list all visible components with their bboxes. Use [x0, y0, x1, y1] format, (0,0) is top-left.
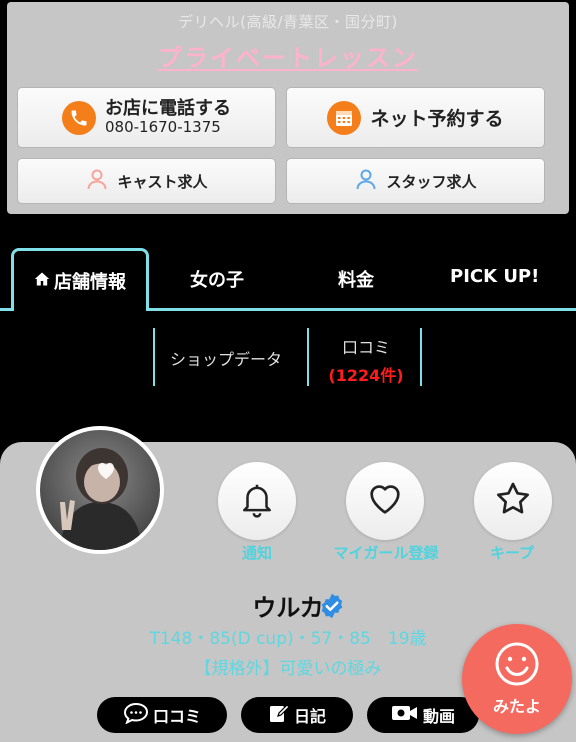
girl-avatar[interactable] — [36, 426, 164, 554]
review-count: (1224件) — [328, 366, 404, 385]
keep-button[interactable] — [474, 462, 552, 540]
speech-bubble-icon — [123, 702, 149, 728]
tab-shop-info[interactable]: 店舗情報 — [11, 248, 149, 311]
calendar-icon — [327, 100, 362, 135]
subnav-shop-data[interactable]: ショップデータ — [170, 346, 282, 370]
subnav-divider — [307, 328, 309, 386]
my-girl-label: マイガール登録 — [333, 544, 439, 562]
video-camera-icon — [391, 703, 419, 727]
diary-link-label: 日記 — [293, 707, 326, 726]
phone-number: 080-1670-1375 — [105, 118, 221, 137]
subnav-reviews[interactable]: 口コミ (1224件) — [311, 334, 421, 386]
my-girl-register-button[interactable] — [346, 462, 424, 540]
pencil-icon — [268, 702, 290, 728]
staff-recruit-label: スタッフ求人 — [386, 172, 477, 191]
home-icon — [34, 271, 50, 291]
net-reserve-button[interactable]: ネット予約する — [286, 87, 545, 148]
subnav-review-label: 口コミ — [341, 338, 390, 357]
cast-recruit-button[interactable]: キャスト求人 — [17, 158, 276, 204]
tab-price[interactable]: 料金 — [338, 266, 374, 292]
staff-recruit-button[interactable]: スタッフ求人 — [286, 158, 545, 204]
tab-shop-info-label: 店舗情報 — [54, 272, 126, 293]
mitayo-label: みたよ — [492, 697, 541, 716]
smiley-face-icon — [494, 641, 540, 691]
person-icon — [354, 167, 378, 195]
cast-recruit-label: キャスト求人 — [117, 172, 208, 191]
tab-pickup[interactable]: PICK UP! — [450, 266, 539, 287]
star-icon — [493, 479, 533, 523]
bell-icon — [238, 480, 276, 522]
subnav-divider — [153, 328, 155, 386]
call-label: お店に電話する — [105, 98, 231, 120]
video-link-label: 動画 — [422, 707, 455, 726]
person-icon — [85, 167, 109, 195]
phone-icon — [62, 100, 96, 135]
reserve-label: ネット予約する — [370, 108, 504, 130]
heart-icon — [365, 479, 405, 523]
notify-label: 通知 — [241, 544, 272, 562]
mitayo-button[interactable]: みたよ — [462, 624, 572, 734]
verified-badge-icon — [318, 592, 346, 624]
reviews-link-label: 口コミ — [152, 707, 201, 726]
main-tabs: 店舗情報 女の子 料金 PICK UP! — [0, 248, 576, 312]
girl-name: ウルカ — [252, 594, 324, 622]
call-shop-button[interactable]: お店に電話する 080-1670-1375 — [17, 87, 276, 148]
shop-name-link[interactable]: プライベートレッスン — [7, 38, 569, 73]
shop-category: デリヘル(高級/青葉区・国分町) — [178, 13, 398, 31]
tab-girls[interactable]: 女の子 — [190, 266, 244, 292]
notify-button[interactable] — [218, 462, 296, 540]
keep-label: キープ — [489, 544, 535, 562]
